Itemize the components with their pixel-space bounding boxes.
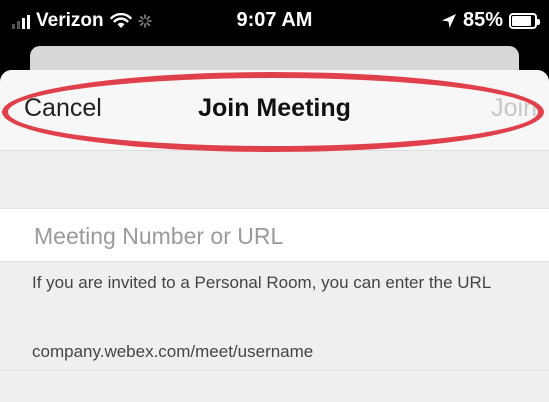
divider bbox=[0, 370, 549, 371]
meeting-input-row bbox=[0, 208, 549, 262]
meeting-number-input[interactable] bbox=[32, 217, 526, 255]
personal-room-help-text: If you are invited to a Personal Room, y… bbox=[32, 273, 492, 292]
join-meeting-sheet: Cancel Join Meeting Join If you are invi… bbox=[0, 70, 549, 402]
battery-fill bbox=[512, 15, 531, 26]
status-bar: Verizon 9:07 AM 85% bbox=[0, 0, 549, 46]
battery-percent: 85% bbox=[462, 9, 503, 31]
page-title: Join Meeting bbox=[198, 94, 351, 122]
location-arrow-icon bbox=[441, 13, 456, 28]
battery-icon bbox=[509, 12, 540, 29]
join-button[interactable]: Join bbox=[491, 94, 537, 123]
status-right: 85% bbox=[441, 9, 540, 32]
example-url: company.webex.com/meet/username bbox=[32, 342, 314, 361]
nav-bar: Cancel Join Meeting Join bbox=[0, 70, 549, 151]
